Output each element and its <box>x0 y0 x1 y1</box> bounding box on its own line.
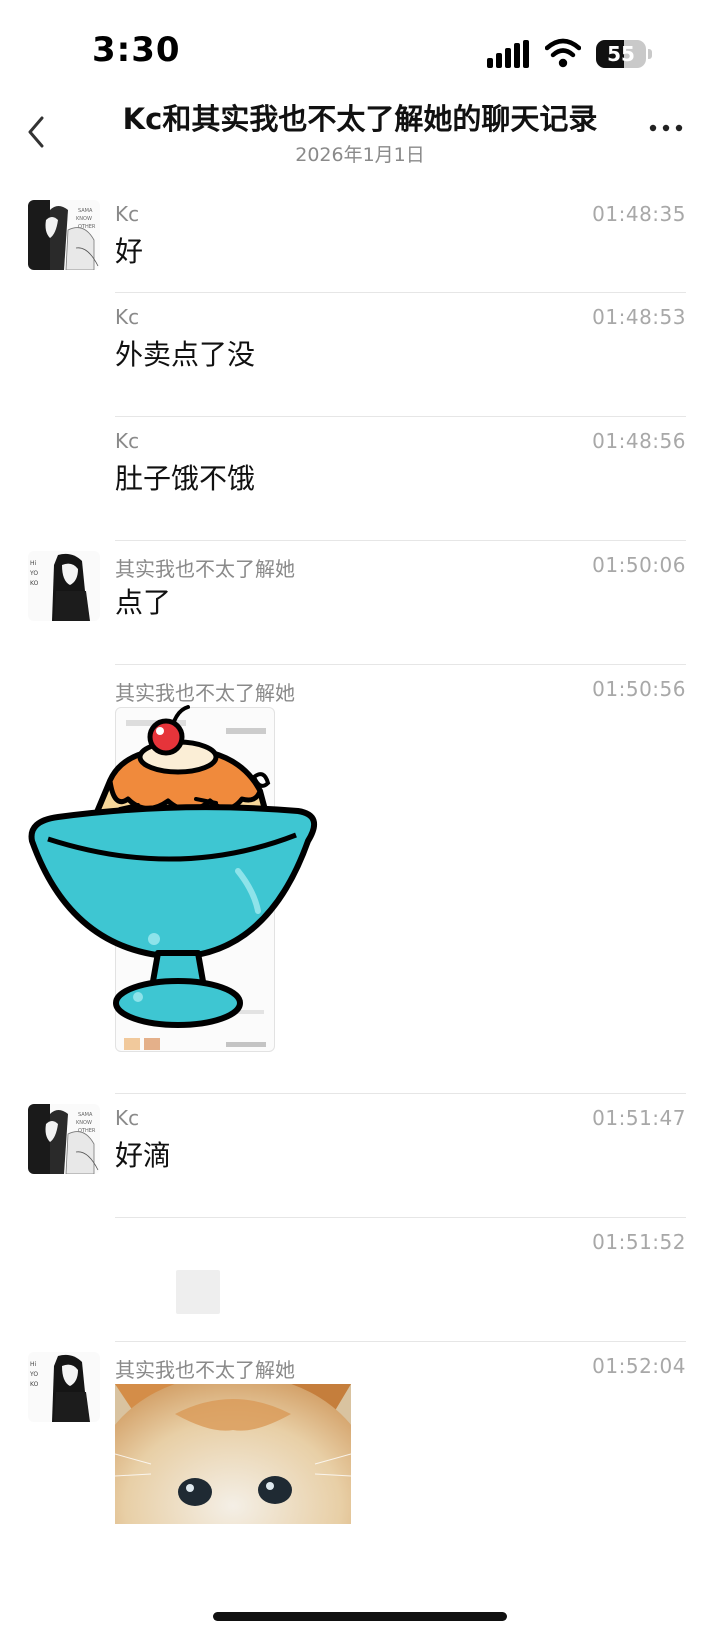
message-text[interactable]: 好 <box>115 230 143 270</box>
svg-text:YO: YO <box>29 570 38 577</box>
sender-name: Kc <box>115 202 140 226</box>
message-time: 01:48:35 <box>592 202 686 226</box>
status-bar: 3:30 55 <box>0 0 720 100</box>
kitten-photo[interactable] <box>115 1384 351 1524</box>
signal-icon <box>487 40 529 68</box>
message-item: Kc 01:48:56 肚子饿不饿 <box>0 417 720 541</box>
more-dots-icon[interactable] <box>648 122 684 134</box>
svg-text:OTHER: OTHER <box>78 224 96 230</box>
message-time: 01:51:47 <box>592 1106 686 1130</box>
message-text[interactable]: 好滴 <box>115 1134 171 1174</box>
svg-text:KO: KO <box>30 580 39 587</box>
status-time: 3:30 <box>92 30 181 70</box>
message-time: 01:50:06 <box>592 553 686 577</box>
svg-text:KNOW: KNOW <box>76 216 92 222</box>
message-item: 其实我也不太了解她 01:50:56 <box>0 665 720 1094</box>
message-time: 01:48:53 <box>592 305 686 329</box>
message-item: Hi YO KO 其实我也不太了解她 01:50:06 点了 <box>0 541 720 665</box>
svg-text:Hi: Hi <box>30 1361 37 1368</box>
message-text[interactable]: 肚子饿不饿 <box>115 457 255 497</box>
sender-name: Kc <box>115 429 140 453</box>
battery-level: 55 <box>607 42 635 66</box>
message-time: 01:52:04 <box>592 1354 686 1378</box>
message-item: SAMA KNOW OTHER Kc 01:48:35 好 <box>0 190 720 293</box>
pudding-sticker[interactable] <box>28 691 328 1051</box>
image-placeholder[interactable] <box>176 1270 220 1314</box>
message-time: 01:51:52 <box>592 1230 686 1254</box>
avatar[interactable]: Hi YO KO <box>28 1352 100 1422</box>
message-item: Hi YO KO 其实我也不太了解她 01:52:04 <box>0 1342 720 1542</box>
sender-name: 其实我也不太了解她 <box>115 1358 295 1382</box>
message-text[interactable]: 点了 <box>115 581 171 621</box>
avatar[interactable]: Hi YO KO <box>28 551 100 621</box>
wifi-icon <box>545 38 581 68</box>
avatar[interactable]: SAMA KNOW OTHER <box>28 1104 100 1174</box>
chevron-left-icon[interactable] <box>22 110 50 154</box>
svg-text:YO: YO <box>29 1371 38 1378</box>
message-time: 01:48:56 <box>592 429 686 453</box>
svg-text:SAMA: SAMA <box>78 1112 93 1118</box>
message-list[interactable]: SAMA KNOW OTHER Kc 01:48:35 好 Kc 01:48:5… <box>0 190 720 1542</box>
svg-text:Hi: Hi <box>30 560 37 567</box>
chat-title: Kc和其实我也不太了解她的聊天记录 <box>122 102 598 136</box>
message-time: 01:50:56 <box>592 677 686 701</box>
message-item: Kc 01:48:53 外卖点了没 <box>0 293 720 417</box>
sender-name: Kc <box>115 305 140 329</box>
message-item: 01:51:52 <box>0 1218 720 1342</box>
message-item: SAMA KNOW OTHER Kc 01:51:47 好滴 <box>0 1094 720 1218</box>
svg-text:KO: KO <box>30 1381 39 1388</box>
avatar[interactable]: SAMA KNOW OTHER <box>28 200 100 270</box>
home-indicator[interactable] <box>213 1612 507 1621</box>
chat-header: Kc和其实我也不太了解她的聊天记录 2026年1月1日 <box>0 92 720 172</box>
sender-name: 其实我也不太了解她 <box>115 557 295 581</box>
svg-text:OTHER: OTHER <box>78 1128 96 1134</box>
svg-text:KNOW: KNOW <box>76 1120 92 1126</box>
chat-date: 2026年1月1日 <box>295 144 425 166</box>
svg-text:SAMA: SAMA <box>78 208 93 214</box>
message-text[interactable]: 外卖点了没 <box>115 333 255 373</box>
sender-name: Kc <box>115 1106 140 1130</box>
battery-indicator: 55 <box>596 40 652 68</box>
